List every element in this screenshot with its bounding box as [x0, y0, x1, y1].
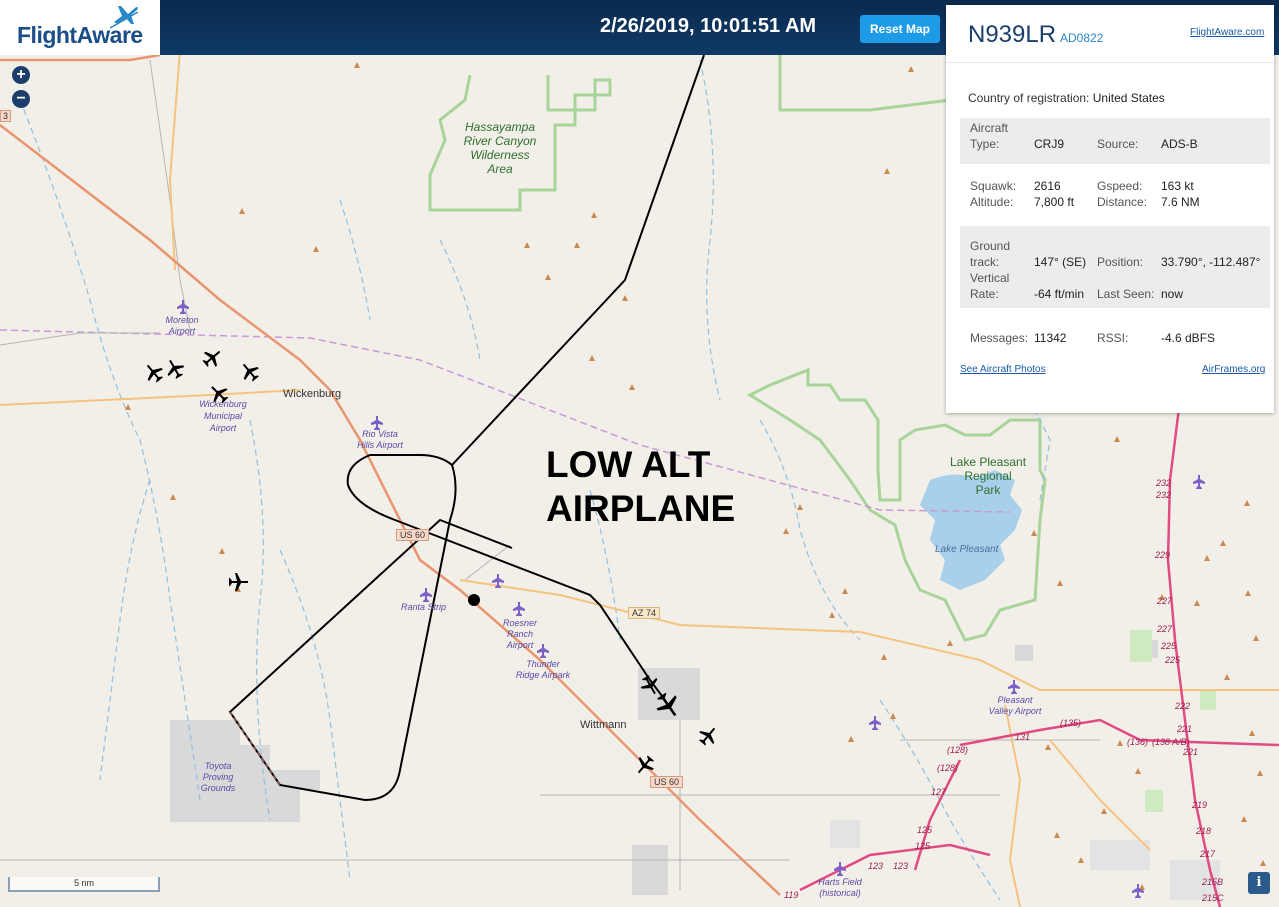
annotation-line-2: AIRPLANE — [546, 488, 736, 529]
az74-shield: AZ 74 — [628, 607, 661, 619]
altitude-value: 7,800 ft — [1034, 195, 1075, 209]
aircraft-info-panel: N939LR AD0822 FlightAware.com Country of… — [946, 5, 1274, 413]
country-label: Country of registration: — [968, 91, 1090, 105]
logo-plane-icon — [110, 6, 139, 29]
airplane-icon[interactable] — [634, 754, 656, 776]
wittmann-label: Wittmann — [580, 719, 627, 731]
distance-label: Distance: — [1097, 195, 1148, 209]
ground-track-label: Ground track: — [970, 239, 1011, 269]
airplane-icon[interactable] — [164, 358, 186, 380]
zoom-out-button[interactable]: − — [12, 90, 30, 108]
messages-label: Messages: — [970, 331, 1029, 345]
scale-bar: 5 nm — [8, 877, 160, 892]
road-number: 222 — [1175, 701, 1191, 711]
airframes-link[interactable]: AirFrames.org — [1202, 364, 1265, 375]
rio-vista-label: Rio Vista Hills Airport — [357, 429, 403, 450]
us60-shield-south: US 60 — [650, 776, 684, 788]
roesner-label: Roesner Ranch Airport — [502, 618, 538, 650]
vertical-rate-value: -64 ft/min — [1034, 287, 1085, 301]
squawk-label: Squawk: — [970, 179, 1017, 193]
road-number: 215C — [1202, 893, 1224, 903]
road-number: 221 — [1177, 724, 1193, 734]
road-number: (135) — [1060, 718, 1082, 728]
thunder-ridge-label: Thunder Ridge Airpark — [515, 659, 571, 680]
source-label: Source: — [1097, 137, 1139, 151]
aircraft-registration: N939LR — [968, 21, 1057, 48]
road-number: 232 — [1156, 478, 1172, 488]
toyota-label: Toyota Proving Grounds — [200, 761, 236, 793]
flightaware-link[interactable]: FlightAware.com — [1190, 27, 1264, 38]
road-number: 218 — [1196, 826, 1212, 836]
airplane-icon[interactable] — [201, 347, 223, 369]
pleasant-valley-label: Pleasant Valley Airport — [988, 695, 1042, 716]
aircraft-type-label: Aircraft Type: — [970, 121, 1009, 151]
info-button[interactable]: i — [1248, 872, 1270, 894]
moreton-airport-label: Moreton Airport — [165, 315, 199, 336]
road-number: 119 — [784, 890, 799, 900]
us60-shield-north: US 60 — [396, 529, 430, 541]
road-number: 225 — [1165, 655, 1181, 665]
low-alt-annotation: LOW ALT AIRPLANE — [546, 443, 735, 531]
last-seen-label: Last Seen: — [1097, 287, 1155, 301]
aircraft-position-dot[interactable] — [468, 594, 480, 606]
road-number: 217 — [1200, 849, 1216, 859]
airplane-icon[interactable] — [227, 571, 249, 593]
road-number: 123 — [893, 861, 909, 871]
map-timestamp: 2/26/2019, 10:01:51 AM — [600, 15, 817, 37]
road-number: 227 — [1157, 624, 1173, 634]
road-number: (136) — [1127, 737, 1149, 747]
last-seen-value: now — [1161, 287, 1184, 301]
harts-field-label: Harts Field (historical) — [818, 877, 862, 898]
aircraft-type-value: CRJ9 — [1034, 137, 1065, 151]
lake-pleasant-park-label: Lake Pleasant Regional Park — [949, 455, 1027, 497]
country-row: Country of registration: United States — [968, 91, 1165, 105]
road-number: 125 — [917, 825, 933, 835]
road-number: 219 — [1192, 800, 1208, 810]
altitude-label: Altitude: — [970, 195, 1014, 209]
airplane-icon[interactable] — [143, 362, 165, 384]
gspeed-value: 163 kt — [1161, 179, 1194, 193]
road-number: (128) — [937, 763, 959, 773]
distance-value: 7.6 NM — [1161, 195, 1200, 209]
source-value: ADS-B — [1161, 137, 1198, 151]
hassayampa-label: Hassayampa River Canyon Wilderness Area — [463, 120, 537, 176]
vertical-rate-label: Vertical Rate: — [970, 271, 1010, 301]
panel-divider — [946, 62, 1274, 63]
messages-value: 11342 — [1034, 331, 1067, 345]
road-number: 123 — [868, 861, 884, 871]
zoom-in-button[interactable]: + — [12, 66, 30, 84]
road-number: 232 — [1156, 490, 1172, 500]
road-number: 127 — [931, 787, 947, 797]
road-number: (128) — [947, 745, 969, 755]
road-number: 225 — [1161, 641, 1177, 651]
position-label: Position: — [1097, 255, 1144, 269]
rssi-label: RSSI: — [1097, 331, 1129, 345]
tracked-aircraft-icon[interactable] — [654, 691, 682, 719]
airplane-icon[interactable] — [208, 383, 230, 405]
airplane-icon[interactable] — [697, 725, 719, 747]
road-number: 125 — [915, 841, 931, 851]
gspeed-label: Gspeed: — [1097, 179, 1143, 193]
country-value: United States — [1092, 91, 1165, 105]
airplane-icon[interactable] — [239, 361, 261, 383]
aircraft-photos-link[interactable]: See Aircraft Photos — [960, 364, 1046, 375]
road-number: 229 — [1155, 550, 1171, 560]
rssi-value: -4.6 dBFS — [1161, 331, 1216, 345]
position-value: 33.790°, -112.487° — [1161, 255, 1261, 269]
road-number: 227 — [1157, 596, 1173, 606]
reset-map-button[interactable]: Reset Map — [860, 15, 940, 43]
road-number: 215B — [1202, 877, 1224, 887]
wickenburg-label: Wickenburg — [283, 388, 342, 400]
route-shield-left: 3 — [0, 110, 12, 122]
ground-track-value: 147° (SE) — [1034, 255, 1087, 269]
squawk-value: 2616 — [1034, 179, 1061, 193]
annotation-line-1: LOW ALT — [546, 444, 711, 485]
logo[interactable]: FlightAware — [0, 0, 160, 55]
road-number: 221 — [1183, 747, 1199, 757]
flight-id-link[interactable]: AD0822 — [1060, 31, 1103, 45]
road-number: (138 A/B) — [1152, 737, 1190, 747]
road-number: 131 — [1015, 732, 1031, 742]
ranta-strip-label: Ranta Strip — [401, 602, 447, 612]
lake-pleasant-label: Lake Pleasant — [935, 544, 999, 555]
